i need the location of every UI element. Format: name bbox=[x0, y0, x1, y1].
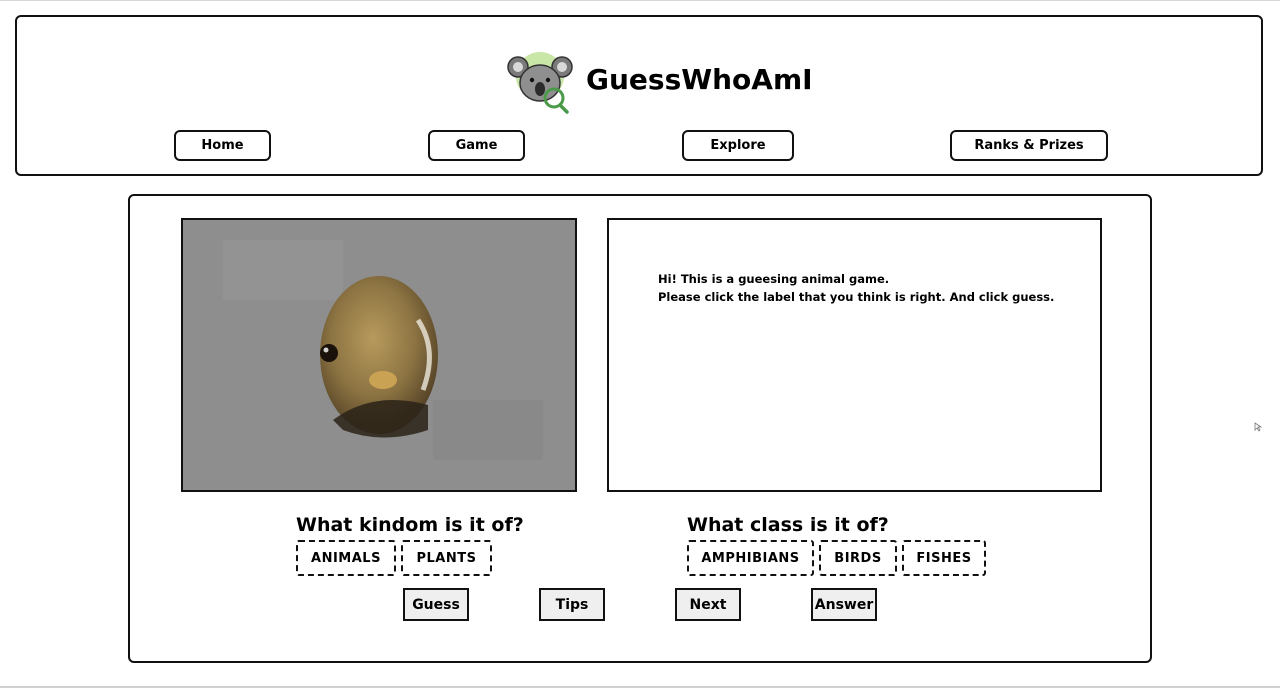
nav-game-button[interactable]: Game bbox=[428, 130, 525, 161]
animal-image-frame bbox=[181, 218, 577, 492]
window-top-rule bbox=[0, 0, 1280, 1]
class-option-birds[interactable]: BIRDS bbox=[819, 540, 897, 576]
game-message-box: Hi! This is a gueesing animal game. Plea… bbox=[607, 218, 1102, 492]
class-question: What class is it of? bbox=[687, 514, 889, 536]
koala-magnifier-icon[interactable] bbox=[505, 45, 575, 115]
nav-ranks-prizes-button[interactable]: Ranks & Prizes bbox=[950, 130, 1108, 161]
nav-home-button[interactable]: Home bbox=[174, 130, 271, 161]
game-panel: Hi! This is a gueesing animal game. Plea… bbox=[128, 194, 1152, 663]
mouse-cursor-icon bbox=[1254, 422, 1262, 432]
class-option-amphibians[interactable]: AMPHIBIANS bbox=[687, 540, 814, 576]
intro-message-line-1: Hi! This is a gueesing animal game. bbox=[658, 272, 890, 286]
kingdom-question: What kindom is it of? bbox=[296, 514, 524, 536]
intro-message-line-2: Please click the label that you think is… bbox=[658, 290, 1055, 304]
frog-closeup-oval-image bbox=[183, 220, 575, 490]
nav-explore-button[interactable]: Explore bbox=[682, 130, 794, 161]
class-option-fishes[interactable]: FISHES bbox=[902, 540, 986, 576]
site-header: GuessWhoAmI Home Game Explore Ranks & Pr… bbox=[15, 15, 1263, 176]
tips-button[interactable]: Tips bbox=[539, 588, 605, 621]
guess-button[interactable]: Guess bbox=[403, 588, 469, 621]
kingdom-option-animals[interactable]: ANIMALS bbox=[296, 540, 396, 576]
answer-button[interactable]: Answer bbox=[811, 588, 877, 621]
kingdom-option-plants[interactable]: PLANTS bbox=[401, 540, 492, 576]
next-button[interactable]: Next bbox=[675, 588, 741, 621]
site-title: GuessWhoAmI bbox=[586, 63, 813, 96]
